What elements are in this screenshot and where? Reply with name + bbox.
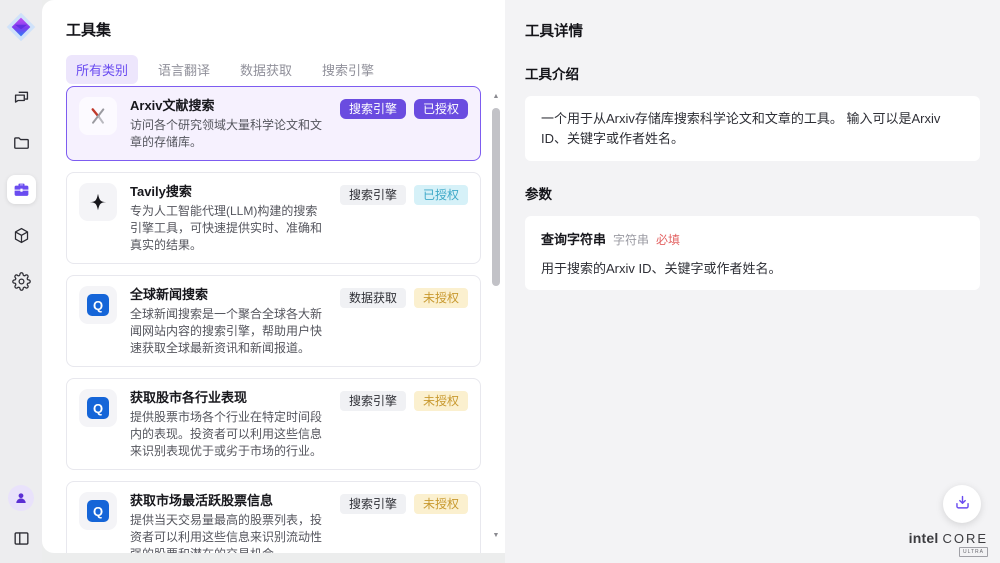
ultra-badge: ULTRA: [959, 547, 988, 557]
tool-card[interactable]: Q 获取市场最活跃股票信息提供当天交易量最高的股票列表，投资者可以利用这些信息来识…: [66, 481, 481, 553]
tool-name: Arxiv文献搜索: [130, 97, 327, 114]
category-badge: 搜索引擎: [340, 185, 406, 205]
tab-0[interactable]: 所有类别: [66, 55, 138, 84]
category-tabs: 所有类别语言翻译数据获取搜索引擎: [66, 55, 481, 84]
intro-text: 一个用于从Arxiv存储库搜索科学论文和文章的工具。 输入可以是Arxiv ID…: [541, 109, 964, 148]
detail-title: 工具详情: [525, 0, 980, 41]
tab-2[interactable]: 数据获取: [230, 55, 302, 84]
tool-description: 访问各个研究领域大量科学论文和文章的存储库。: [130, 117, 327, 151]
tool-description: 提供当天交易量最高的股票列表，投资者可以利用这些信息来识别流动性强的股票和潜在的…: [130, 512, 327, 553]
sidebar-item-panel-toggle[interactable]: [7, 524, 36, 553]
tool-description: 提供股票市场各个行业在特定时间段内的表现。投资者可以利用这些信息来识别表现优于或…: [130, 409, 327, 460]
param-description: 用于搜索的Arxiv ID、关键字或作者姓名。: [541, 258, 964, 277]
tool-card[interactable]: Q 全球新闻搜索全球新闻搜索是一个聚合全球各大新闻网站内容的搜索引擎，帮助用户快速…: [66, 275, 481, 367]
list-scrollbar[interactable]: ▲ ▼: [490, 92, 502, 541]
tool-card[interactable]: Q 获取股市各行业表现提供股票市场各个行业在特定时间段内的表现。投资者可以利用这些…: [66, 378, 481, 470]
sidebar-nav: [7, 83, 36, 296]
tab-1[interactable]: 语言翻译: [148, 55, 220, 84]
tool-card[interactable]: Arxiv文献搜索访问各个研究领域大量科学论文和文章的存储库。搜索引擎已授权: [66, 86, 481, 161]
gear-icon: [12, 272, 31, 291]
app-window: 工具集 所有类别语言翻译数据获取搜索引擎 Arxiv文献搜索访问各个研究领域大量…: [0, 0, 1000, 563]
intel-core-logo: intel CORE ULTRA: [909, 530, 988, 557]
tool-name: 获取市场最活跃股票信息: [130, 492, 327, 509]
sidebar-item-settings[interactable]: [7, 267, 36, 296]
intro-card: 一个用于从Arxiv存储库搜索科学论文和文章的工具。 输入可以是Arxiv ID…: [525, 96, 980, 161]
download-icon: [953, 493, 972, 515]
sidebar-item-files[interactable]: [7, 129, 36, 158]
status-badge: 已授权: [414, 99, 468, 119]
category-badge: 搜索引擎: [340, 494, 406, 514]
category-badge: 搜索引擎: [340, 391, 406, 411]
toolbox-icon: [12, 180, 31, 199]
page-title: 工具集: [66, 19, 481, 40]
sidebar: [0, 0, 42, 563]
status-badge: 已授权: [414, 185, 468, 205]
tool-card[interactable]: Tavily搜索专为人工智能代理(LLM)构建的搜索引擎工具，可快速提供实时、准…: [66, 172, 481, 264]
param-required-badge: 必填: [656, 231, 680, 248]
scroll-down-arrow[interactable]: ▼: [490, 531, 502, 541]
category-badge: 搜索引擎: [340, 99, 406, 119]
panel-icon: [12, 529, 31, 548]
tool-description: 全球新闻搜索是一个聚合全球各大新闻网站内容的搜索引擎，帮助用户快速获取全球最新资…: [130, 306, 327, 357]
q-search-icon: Q: [79, 286, 117, 324]
cube-icon: [12, 226, 31, 245]
tool-name: 全球新闻搜索: [130, 286, 327, 303]
tool-list: Arxiv文献搜索访问各个研究领域大量科学论文和文章的存储库。搜索引擎已授权Ta…: [66, 86, 481, 553]
sparkle-icon: [79, 183, 117, 221]
app-logo-icon: [5, 11, 37, 43]
arxiv-x-icon: [79, 97, 117, 135]
intel-brand-text: intel: [909, 530, 939, 546]
sidebar-item-tools[interactable]: [7, 175, 36, 204]
tool-description: 专为人工智能代理(LLM)构建的搜索引擎工具，可快速提供实时、准确和真实的结果。: [130, 203, 327, 254]
scroll-thumb[interactable]: [492, 108, 500, 286]
sidebar-item-models[interactable]: [7, 221, 36, 250]
tools-panel-header: 工具集 所有类别语言翻译数据获取搜索引擎: [42, 0, 505, 84]
core-brand-text: CORE: [942, 531, 988, 546]
tool-name: Tavily搜索: [130, 183, 327, 200]
intro-heading: 工具介绍: [525, 63, 980, 83]
sidebar-item-account[interactable]: [8, 485, 34, 511]
download-button[interactable]: [943, 485, 981, 523]
folder-icon: [12, 134, 31, 153]
user-icon: [13, 490, 29, 506]
status-badge: 未授权: [414, 494, 468, 514]
param-header: 查询字符串 字符串 必填: [541, 229, 964, 248]
param-name: 查询字符串: [541, 229, 606, 248]
param-card: 查询字符串 字符串 必填 用于搜索的Arxiv ID、关键字或作者姓名。: [525, 216, 980, 290]
params-heading: 参数: [525, 183, 980, 203]
sidebar-bottom: [7, 485, 36, 553]
q-search-icon: Q: [79, 492, 117, 530]
status-badge: 未授权: [414, 288, 468, 308]
tool-detail-panel: 工具详情 工具介绍 一个用于从Arxiv存储库搜索科学论文和文章的工具。 输入可…: [505, 0, 1000, 563]
scroll-up-arrow[interactable]: ▲: [490, 92, 502, 102]
param-type: 字符串: [613, 231, 649, 248]
tool-name: 获取股市各行业表现: [130, 389, 327, 406]
q-search-icon: Q: [79, 389, 117, 427]
sidebar-item-chat[interactable]: [7, 83, 36, 112]
tab-3[interactable]: 搜索引擎: [312, 55, 384, 84]
chat-icon: [12, 88, 31, 107]
category-badge: 数据获取: [340, 288, 406, 308]
tools-panel: 工具集 所有类别语言翻译数据获取搜索引擎 Arxiv文献搜索访问各个研究领域大量…: [42, 0, 505, 553]
status-badge: 未授权: [414, 391, 468, 411]
